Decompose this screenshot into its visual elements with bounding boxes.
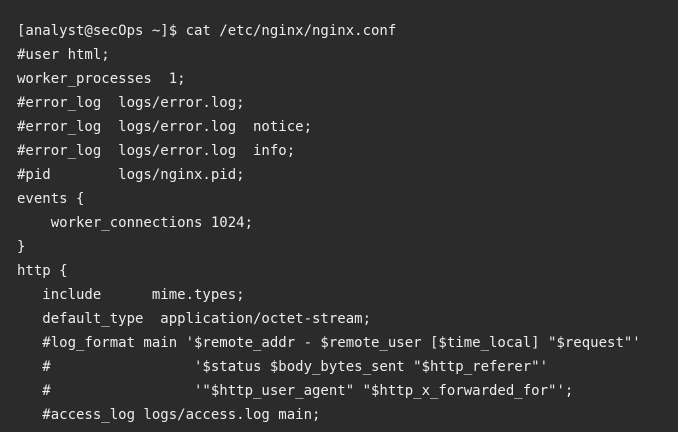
config-line: worker_processes 1; <box>17 71 186 87</box>
config-line: default_type application/octet-stream; <box>17 311 372 327</box>
config-line: #access_log logs/access.log main; <box>17 407 321 423</box>
config-line: worker_connections 1024; <box>17 215 254 231</box>
config-line: #log_format main '$remote_addr - $remote… <box>17 335 641 351</box>
config-line: #error_log logs/error.log info; <box>17 143 296 159</box>
config-line: #user html; <box>17 47 110 63</box>
config-line: } <box>17 239 26 255</box>
config-line: # '$status $body_bytes_sent "$http_refer… <box>17 359 549 375</box>
config-line: include mime.types; <box>17 287 245 303</box>
terminal-command-line: [analyst@secOps ~]$ cat /etc/nginx/nginx… <box>17 23 397 39</box>
config-line: #error_log logs/error.log notice; <box>17 119 313 135</box>
config-line: #pid logs/nginx.pid; <box>17 167 245 183</box>
config-line: events { <box>17 191 85 207</box>
config-line: http { <box>17 263 68 279</box>
config-line: # '"$http_user_agent" "$http_x_forwarded… <box>17 383 574 399</box>
terminal-output[interactable]: [analyst@secOps ~]$ cat /etc/nginx/nginx… <box>0 0 678 432</box>
config-line: #error_log logs/error.log; <box>17 95 245 111</box>
